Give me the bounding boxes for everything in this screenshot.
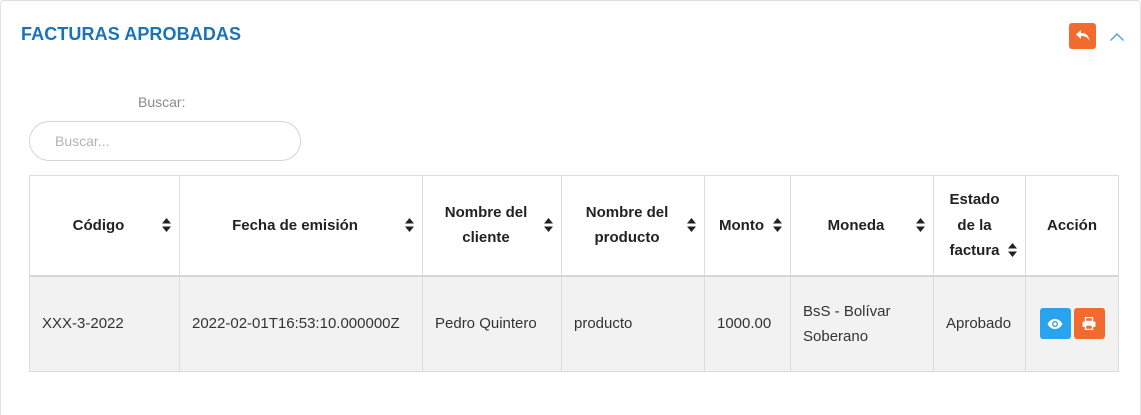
cell-producto: producto [561, 275, 705, 372]
column-header-codigo[interactable]: Código [29, 175, 180, 277]
sort-icon [687, 218, 696, 233]
sort-icon [405, 218, 414, 233]
collapse-button[interactable] [1107, 27, 1127, 47]
view-button[interactable] [1039, 308, 1071, 340]
panel-title: FACTURAS APROBADAS [21, 24, 242, 44]
table-header-row: Código Fecha de emisión Nombre del clien… [29, 175, 1119, 277]
column-label: Acción [1046, 216, 1097, 234]
column-header-accion: Acción [1025, 175, 1119, 277]
column-label: Monto [719, 216, 764, 234]
column-label: Fecha de emisión [232, 216, 358, 234]
search-label: Buscar: [138, 94, 186, 110]
search-input[interactable] [29, 121, 301, 161]
sort-icon [916, 218, 925, 233]
column-label: Nombre del producto [585, 203, 669, 247]
column-label: Nombre del cliente [444, 203, 528, 247]
cell-codigo: XXX-3-2022 [29, 275, 180, 372]
cell-moneda: BsS - Bolívar Soberano [790, 275, 934, 372]
sort-icon [544, 218, 553, 233]
cell-monto: 1000.00 [704, 275, 791, 372]
column-header-producto[interactable]: Nombre del producto [561, 175, 705, 277]
eye-icon [1047, 318, 1063, 329]
column-header-moneda[interactable]: Moneda [790, 175, 934, 277]
cell-estado: Aprobado [933, 275, 1026, 372]
table-row: XXX-3-2022 2022-02-01T16:53:10.000000Z P… [29, 275, 1119, 372]
column-header-fecha[interactable]: Fecha de emisión [179, 175, 423, 277]
column-label: Estado de la factura [949, 191, 1000, 259]
print-button[interactable] [1073, 308, 1105, 340]
action-group [1026, 308, 1118, 340]
cell-accion [1025, 275, 1119, 372]
back-button[interactable] [1069, 23, 1096, 49]
facturas-panel: FACTURAS APROBADAS Buscar: Código Fecha … [0, 0, 1141, 415]
sort-icon [773, 218, 782, 233]
invoices-table: Código Fecha de emisión Nombre del clien… [29, 175, 1119, 372]
print-icon [1082, 317, 1096, 331]
cell-cliente: Pedro Quintero [422, 275, 562, 372]
cell-fecha: 2022-02-01T16:53:10.000000Z [179, 275, 423, 372]
column-label: Moneda [827, 216, 885, 234]
chevron-up-icon [1110, 33, 1124, 41]
sort-icon [1008, 242, 1017, 257]
column-label: Código [72, 216, 125, 234]
sort-icon [162, 218, 171, 233]
column-header-estado[interactable]: Estado de la factura [933, 175, 1026, 277]
column-header-monto[interactable]: Monto [704, 175, 791, 277]
column-header-cliente[interactable]: Nombre del cliente [422, 175, 562, 277]
reply-icon [1075, 30, 1089, 41]
